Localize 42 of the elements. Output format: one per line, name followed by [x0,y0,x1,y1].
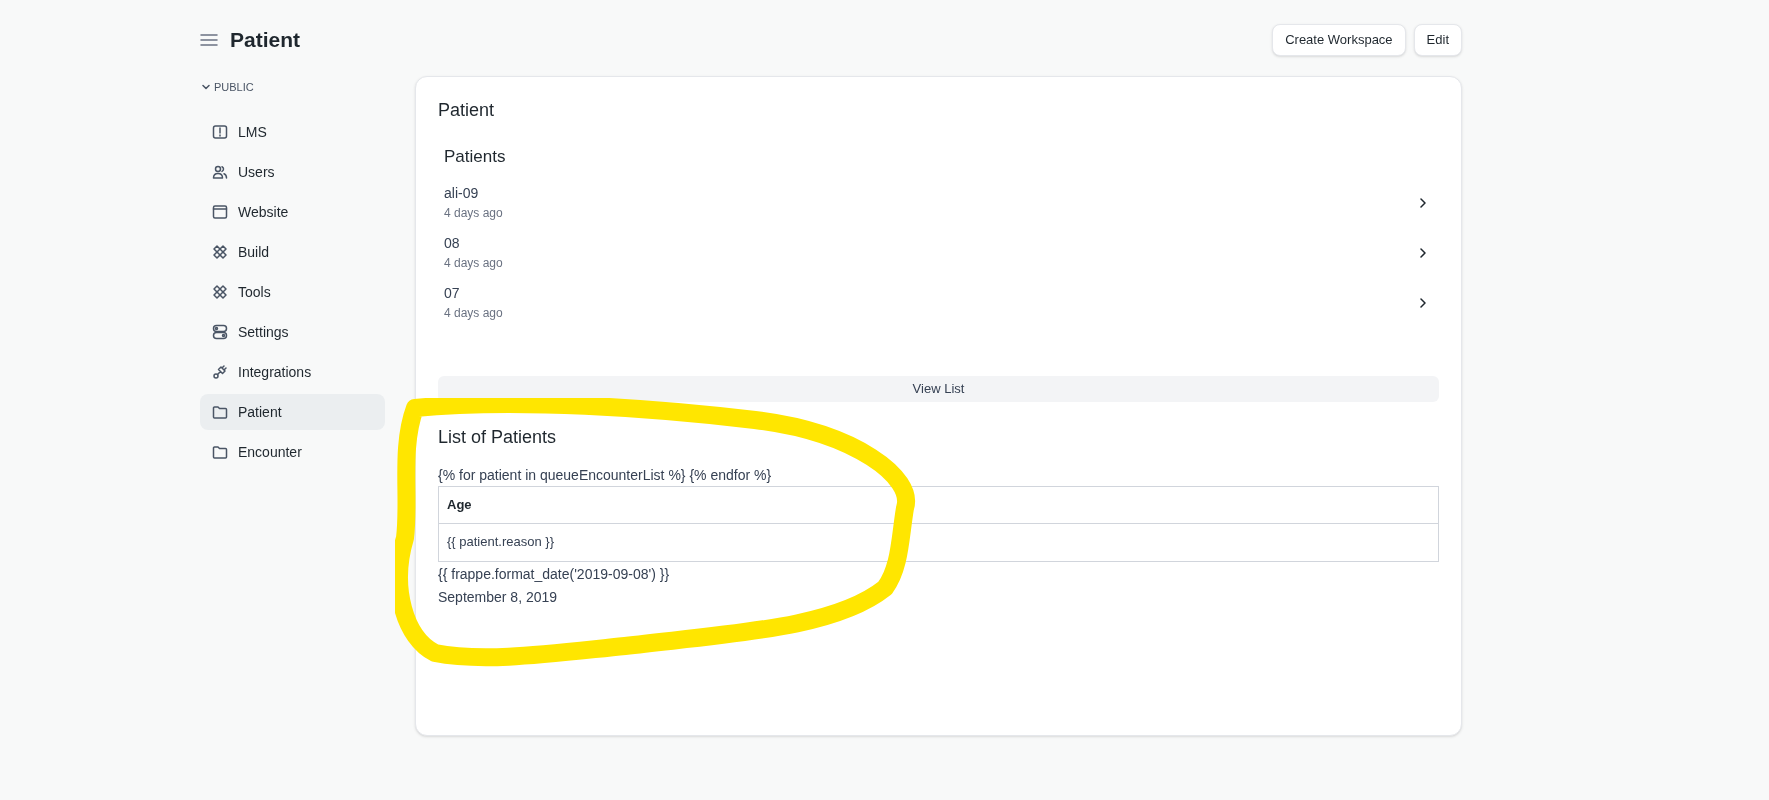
sidebar-item[interactable]: Tools [200,274,385,310]
patient-row[interactable]: 08 4 days ago [438,227,1439,278]
table-header: Age [439,486,1438,524]
sidebar-item[interactable]: Users [200,154,385,190]
sidebar-item[interactable]: Build [200,234,385,270]
chevron-icon [202,83,210,91]
patient-row[interactable]: 07 4 days ago [438,277,1439,328]
header-button[interactable]: Create Workspace [1272,24,1406,56]
list-title: Patients [444,146,507,168]
folder-icon [212,444,228,460]
page-title: Patient [230,27,300,54]
header-button[interactable]: Edit [1413,24,1462,56]
folder-icon [212,404,228,420]
patient-name: ali-09 [444,184,480,203]
template-text: {{ frappe.format_date('2019-09-08') }} [438,564,671,584]
template-text: {% for patient in queueEncounterList %} {% endfor %} [438,465,773,485]
patient-row[interactable]: ali-09 4 days ago [438,177,1439,228]
chevron-right-icon [1419,297,1427,308]
chevron-right-icon [1419,197,1427,208]
section-title: List of Patients [438,425,558,449]
plug-icon [212,364,228,380]
template-text: September 8, 2019 [438,587,559,607]
chevron-right-icon [1419,247,1427,258]
patient-time: 4 days ago [444,305,503,322]
sidebar-item[interactable]: Patient [200,394,385,430]
patient-name: 07 [444,284,461,303]
patient-name: 08 [444,234,461,253]
card-title: Patient [438,99,496,122]
patient-time: 4 days ago [444,255,503,272]
section-toggle[interactable]: PUBLIC [200,74,256,100]
browser-window-icon [212,204,228,220]
sidebar-item[interactable]: Integrations [200,354,385,390]
sidebar-item[interactable]: Settings [200,314,385,350]
sidebar-item[interactable]: Encounter [200,434,385,470]
toggles-icon [212,324,228,340]
menu-icon[interactable] [200,33,218,47]
sidebar-item[interactable]: LMS [200,114,385,150]
table-cell-text: {{ patient.reason }} [446,533,555,552]
patient-time: 4 days ago [444,205,503,222]
sidebar-item[interactable]: Website [200,194,385,230]
view-list-button[interactable]: View List [438,375,1439,402]
users-icon [212,164,228,180]
